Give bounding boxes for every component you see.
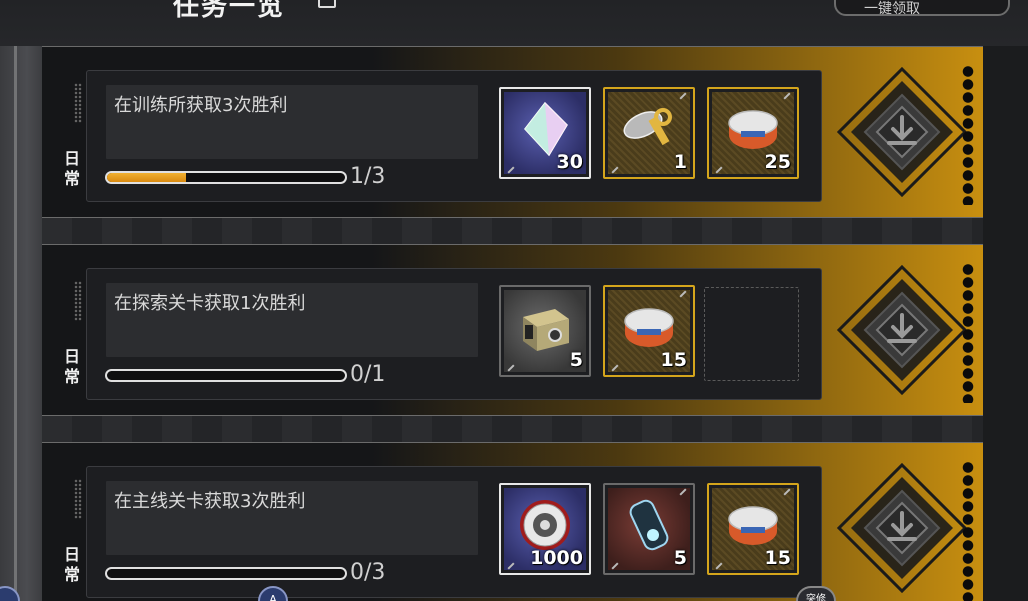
task-card: 日常 在训练所获取3次胜利 1/3 30 1 25 xyxy=(42,46,983,218)
task-category-label: 日常 xyxy=(64,149,81,188)
reward-slot[interactable]: 30 xyxy=(499,87,591,179)
claim-reward-button[interactable] xyxy=(837,265,967,395)
card-notches xyxy=(42,453,50,583)
task-description: 在训练所获取3次胜利 xyxy=(114,95,288,116)
grip-handle xyxy=(74,479,82,519)
top-header-bar: 任务一览 一键领取 xyxy=(0,0,1028,46)
task-description: 在主线关卡获取3次胜利 xyxy=(114,491,306,512)
task-card: 日常 在探索关卡获取1次胜利 0/1 5 15 xyxy=(42,244,983,416)
task-progress-text: 0/1 xyxy=(350,362,386,387)
decorative-dots xyxy=(962,65,974,205)
reward-slot[interactable]: 25 xyxy=(707,87,799,179)
task-progress-bar xyxy=(105,567,347,580)
claim-reward-button[interactable] xyxy=(837,463,967,593)
separator-strip xyxy=(42,416,983,444)
reward-count: 1 xyxy=(673,151,687,173)
decorative-dots xyxy=(962,461,974,601)
claim-reward-button[interactable] xyxy=(837,67,967,197)
card-notches xyxy=(42,57,50,187)
claim-all-button[interactable]: 一键领取 xyxy=(834,0,1010,17)
task-category-label: 日常 xyxy=(64,545,81,584)
task-progress-bar xyxy=(105,369,347,382)
reward-slot[interactable]: 5 xyxy=(603,483,695,575)
cat-food-can-icon xyxy=(728,506,778,545)
separator-strip xyxy=(42,218,983,246)
cat-food-can-icon xyxy=(624,308,674,347)
task-progress-fill xyxy=(107,173,187,182)
reward-slot[interactable]: 5 xyxy=(499,285,591,377)
info-icon[interactable] xyxy=(318,0,336,8)
task-description: 在探索关卡获取1次胜利 xyxy=(114,293,306,314)
task-card: 日常 在主线关卡获取3次胜利 0/3 1000 5 15 xyxy=(42,442,983,601)
cat-food-can-icon xyxy=(728,110,778,149)
energy-capsule-icon xyxy=(629,499,669,551)
key-and-tag-icon xyxy=(623,108,672,146)
task-progress-text: 1/3 xyxy=(350,164,386,189)
reward-count: 1000 xyxy=(530,547,583,569)
nav-badge-text[interactable]: 突修 xyxy=(796,586,836,601)
reward-count: 15 xyxy=(764,547,791,569)
reward-slot[interactable]: 15 xyxy=(707,483,799,575)
reward-count: 5 xyxy=(569,349,583,371)
claim-all-label: 一键领取 xyxy=(864,1,920,17)
reward-slot[interactable]: 1000 xyxy=(499,483,591,575)
reward-count: 5 xyxy=(673,547,687,569)
supply-box-icon xyxy=(523,309,569,351)
reward-slot[interactable]: 15 xyxy=(603,285,695,377)
reward-count: 30 xyxy=(556,151,583,173)
crystal-shard-icon xyxy=(524,101,568,157)
gear-disc-icon xyxy=(520,500,570,550)
task-category-label: 日常 xyxy=(64,347,81,386)
empty-reward-slot xyxy=(704,287,799,381)
card-notches xyxy=(42,255,50,385)
task-progress-bar xyxy=(105,171,347,184)
decorative-dots xyxy=(962,263,974,403)
grip-handle xyxy=(74,281,82,321)
grip-handle xyxy=(74,83,82,123)
task-progress-text: 0/3 xyxy=(350,560,386,585)
reward-slot[interactable]: 1 xyxy=(603,87,695,179)
reward-count: 25 xyxy=(764,151,791,173)
page-title: 任务一览 xyxy=(173,0,286,22)
reward-count: 15 xyxy=(660,349,687,371)
